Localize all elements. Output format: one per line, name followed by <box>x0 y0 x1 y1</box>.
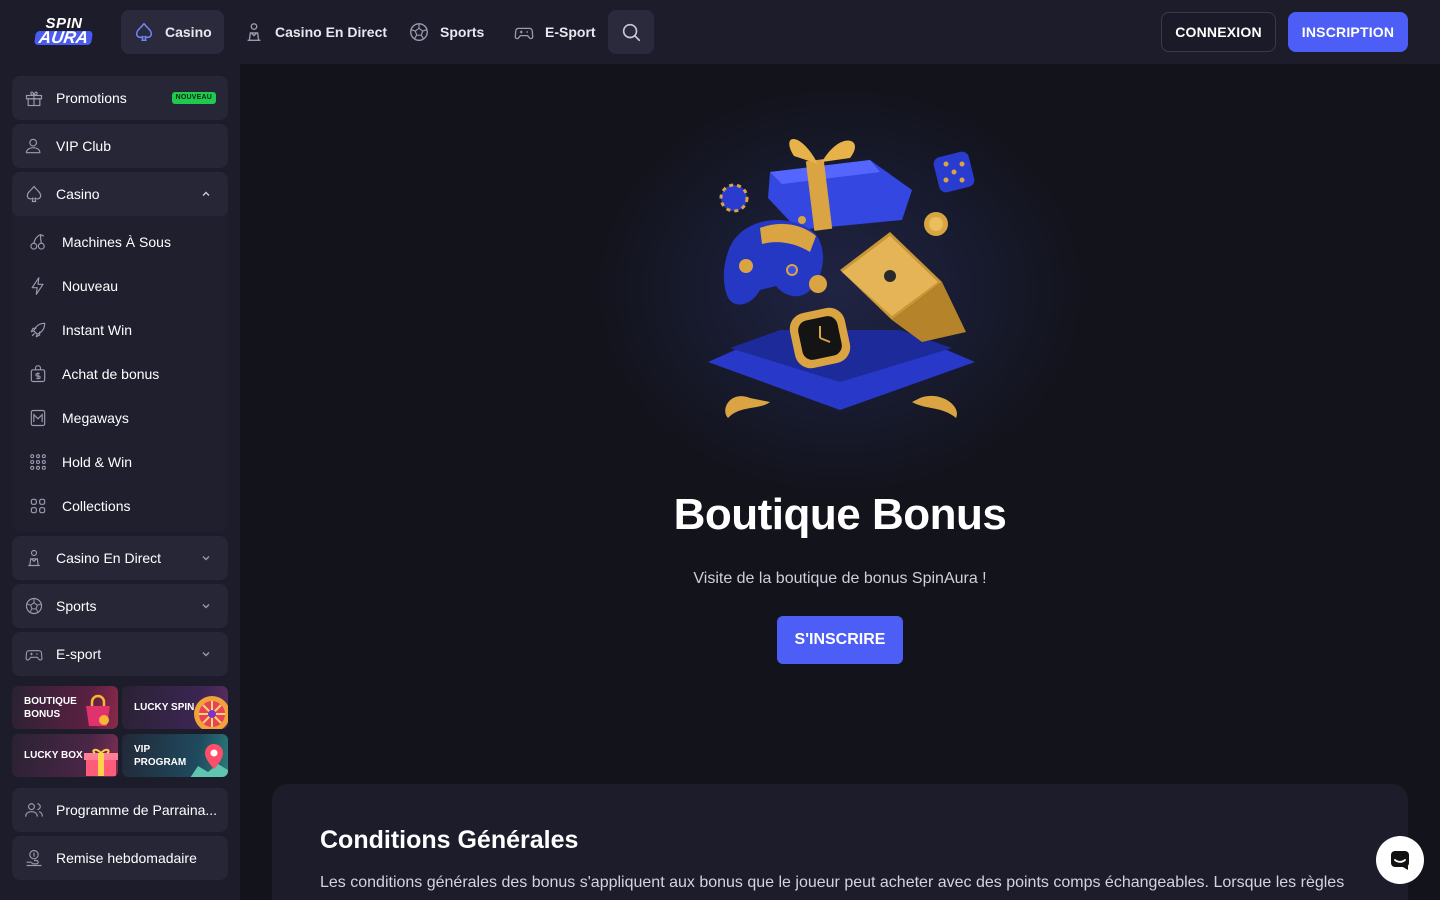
dealer-icon <box>28 549 40 567</box>
sidebar-item-live-casino[interactable]: Casino En Direct <box>12 536 228 580</box>
sidebar-item-label: Casino En Direct <box>56 550 162 566</box>
login-button[interactable]: CONNEXION <box>1161 12 1276 52</box>
sidebar-subitem-bonus-buy[interactable]: Achat de bonus <box>12 352 228 396</box>
coin-hand-icon <box>26 849 42 867</box>
sidebar-subitem-label: Instant Win <box>62 322 133 338</box>
nav-tab-label: E-Sport <box>545 24 596 40</box>
tile-label: LUCKY BOX <box>24 750 83 761</box>
sidebar-subitem-collections[interactable]: Collections <box>12 484 228 528</box>
nav-tab-sports[interactable]: Sports <box>396 10 496 54</box>
nav-tab-live-casino[interactable]: Casino En Direct <box>231 10 399 54</box>
sidebar-subitem-hold-win[interactable]: Hold & Win <box>12 440 228 484</box>
sidebar-item-casino[interactable]: Casino <box>12 172 228 216</box>
sidebar-item-label: Remise hebdomadaire <box>56 850 197 866</box>
nav-tab-label: Sports <box>440 24 485 40</box>
sidebar-item-weekly-cashback[interactable]: Remise hebdomadaire <box>12 836 228 880</box>
dots-grid-icon <box>30 454 46 470</box>
tile-label: LUCKY SPIN <box>134 702 195 713</box>
rocket-icon <box>30 322 46 338</box>
sidebar-item-label: Casino <box>56 186 100 202</box>
bonus-bag-icon <box>30 365 46 383</box>
sidebar-subitem-label: Nouveau <box>62 278 119 294</box>
search-button[interactable] <box>608 10 654 54</box>
sidebar-item-esport[interactable]: E-sport <box>12 632 228 676</box>
nav-tab-label: Casino En Direct <box>275 24 388 40</box>
tile-lucky-box[interactable]: LUCKY BOX <box>12 734 118 777</box>
spinaura-logo[interactable]: SPIN AURA <box>30 14 98 48</box>
conditions-section: Conditions Générales Les conditions géné… <box>272 784 1408 900</box>
sidebar-subitem-instant-win[interactable]: Instant Win <box>12 308 228 352</box>
sidebar-item-label: Promotions <box>56 90 127 106</box>
sidebar-subitem-megaways[interactable]: Megaways <box>12 396 228 440</box>
megaways-icon <box>30 409 46 427</box>
hero-prizes-illustration <box>708 138 975 418</box>
sidebar-item-label: E-sport <box>56 646 102 662</box>
nav-tab-esport[interactable]: E-Sport <box>501 10 608 54</box>
cherries-icon <box>30 233 45 250</box>
sidebar-subitem-label: Machines À Sous <box>62 234 171 250</box>
sidebar-item-promotions[interactable]: Promotions NOUVEAU <box>12 76 228 120</box>
sidebar: Promotions NOUVEAU VIP Club Casino Machi… <box>0 64 240 900</box>
chevron-up-icon[interactable] <box>200 188 212 200</box>
users-icon <box>25 803 43 817</box>
prize-wheel-icon <box>194 696 228 729</box>
sidebar-subitem-label: Collections <box>62 498 131 514</box>
tile-vip-program[interactable]: VIP PROGRAM <box>122 734 228 777</box>
chat-icon <box>1391 851 1409 870</box>
sidebar-item-label: VIP Club <box>56 138 111 154</box>
casino-submenu-panel: Casino Machines À Sous Nouveau Instant W… <box>12 172 228 532</box>
user-icon <box>25 138 41 154</box>
gamepad-icon <box>514 27 534 40</box>
sidebar-item-vip-club[interactable]: VIP Club <box>12 124 228 168</box>
gamepad-icon <box>25 650 43 661</box>
sidebar-item-referral[interactable]: Programme de Parraina... <box>12 788 228 832</box>
search-icon <box>622 23 641 42</box>
tile-lucky-spin[interactable]: LUCKY SPIN <box>122 686 228 729</box>
top-bar: SPIN AURA Casino Casino En Direct Sports… <box>0 0 1440 64</box>
conditions-title: Conditions Générales <box>320 826 579 854</box>
lightning-icon <box>31 277 44 295</box>
chevron-down-icon[interactable] <box>200 600 212 612</box>
conditions-text: Les conditions générales des bonus s'app… <box>320 874 1345 891</box>
tile-label: VIP PROGRAM <box>134 743 187 768</box>
nav-tab-casino[interactable]: Casino <box>121 10 224 54</box>
register-cta-button[interactable]: S'INSCRIRE <box>777 616 903 664</box>
sidebar-item-sports[interactable]: Sports <box>12 584 228 628</box>
gift-icon <box>25 91 43 107</box>
nav-tab-label: Casino <box>165 24 212 40</box>
signup-button[interactable]: INSCRIPTION <box>1288 12 1408 52</box>
soccer-ball-icon <box>25 597 43 615</box>
hero-title: Boutique Bonus <box>673 490 1007 539</box>
sidebar-item-label: Programme de Parraina... <box>56 802 218 818</box>
sidebar-subitem-label: Megaways <box>62 410 129 426</box>
chevron-down-icon[interactable] <box>200 552 212 564</box>
gift-box-icon <box>84 748 118 776</box>
new-badge: NOUVEAU <box>171 92 216 104</box>
sidebar-subitem-label: Achat de bonus <box>62 366 160 382</box>
spade-icon <box>135 22 153 41</box>
sidebar-subitem-label: Hold & Win <box>62 454 133 470</box>
logo-text-bottom: AURA <box>34 28 94 47</box>
tile-bonus-shop[interactable]: BOUTIQUE BONUS <box>12 686 118 729</box>
hero-subtitle: Visite de la boutique de bonus SpinAura … <box>693 570 987 587</box>
spade-icon <box>26 185 42 203</box>
sidebar-item-label: Sports <box>56 598 97 614</box>
dealer-icon <box>247 23 261 41</box>
squares-grid-icon <box>30 498 46 514</box>
live-chat-button[interactable] <box>1376 836 1424 884</box>
chevron-down-icon[interactable] <box>200 648 212 660</box>
soccer-ball-icon <box>410 23 428 41</box>
sidebar-subitem-new[interactable]: Nouveau <box>12 264 228 308</box>
tile-label: BOUTIQUE BONUS <box>24 695 77 720</box>
sidebar-subitem-slots[interactable]: Machines À Sous <box>12 220 228 264</box>
